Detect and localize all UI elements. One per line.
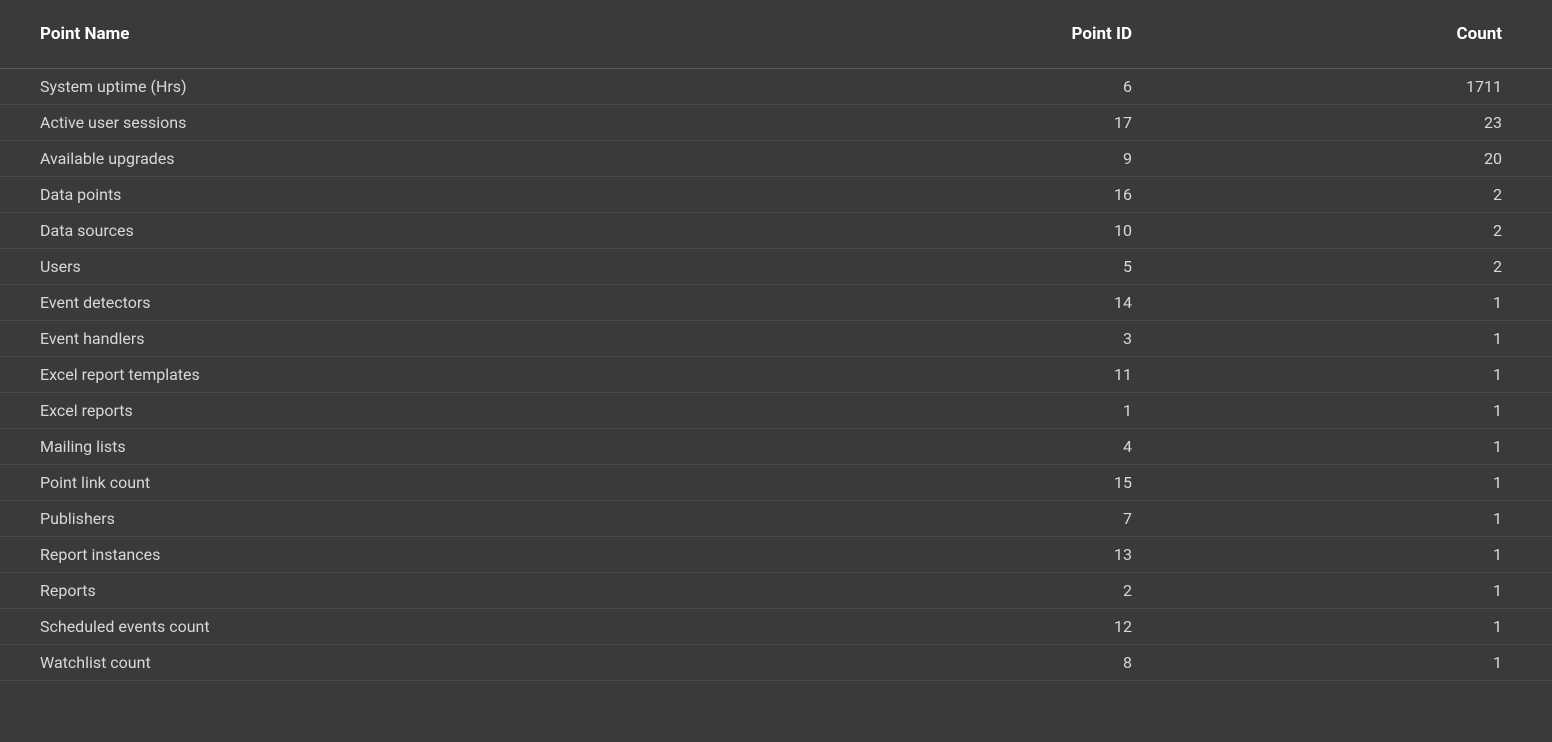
cell-point-name: Data points — [0, 177, 712, 213]
cell-point-id: 2 — [712, 573, 1132, 609]
cell-point-name: Excel reports — [0, 393, 712, 429]
cell-point-id: 16 — [712, 177, 1132, 213]
table-row[interactable]: Mailing lists41 — [0, 429, 1552, 465]
cell-count: 1 — [1132, 429, 1552, 465]
cell-point-name: Point link count — [0, 465, 712, 501]
cell-point-id: 1 — [712, 393, 1132, 429]
cell-point-id: 6 — [712, 69, 1132, 105]
cell-point-id: 12 — [712, 609, 1132, 645]
cell-point-name: Reports — [0, 573, 712, 609]
table-row[interactable]: Excel reports11 — [0, 393, 1552, 429]
table-header-row: Point Name Point ID Count — [0, 0, 1552, 69]
column-header-point-name[interactable]: Point Name — [0, 0, 712, 69]
table-row[interactable]: Event handlers31 — [0, 321, 1552, 357]
table-row[interactable]: Excel report templates111 — [0, 357, 1552, 393]
table-row[interactable]: Publishers71 — [0, 501, 1552, 537]
table-row[interactable]: Available upgrades920 — [0, 141, 1552, 177]
cell-point-id: 9 — [712, 141, 1132, 177]
cell-point-id: 14 — [712, 285, 1132, 321]
table-row[interactable]: Data sources102 — [0, 213, 1552, 249]
cell-point-id: 8 — [712, 645, 1132, 681]
cell-point-name: Available upgrades — [0, 141, 712, 177]
cell-count: 20 — [1132, 141, 1552, 177]
cell-count: 1 — [1132, 609, 1552, 645]
cell-count: 2 — [1132, 249, 1552, 285]
cell-count: 2 — [1132, 177, 1552, 213]
cell-point-name: Active user sessions — [0, 105, 712, 141]
cell-point-name: System uptime (Hrs) — [0, 69, 712, 105]
cell-count: 1 — [1132, 321, 1552, 357]
cell-point-name: Mailing lists — [0, 429, 712, 465]
cell-point-name: Excel report templates — [0, 357, 712, 393]
cell-point-name: Users — [0, 249, 712, 285]
cell-point-id: 15 — [712, 465, 1132, 501]
cell-point-id: 11 — [712, 357, 1132, 393]
cell-count: 1 — [1132, 537, 1552, 573]
table-row[interactable]: Event detectors141 — [0, 285, 1552, 321]
table-row[interactable]: Active user sessions1723 — [0, 105, 1552, 141]
cell-count: 1 — [1132, 357, 1552, 393]
table-row[interactable]: Reports21 — [0, 573, 1552, 609]
table-row[interactable]: Users52 — [0, 249, 1552, 285]
table-row[interactable]: Report instances131 — [0, 537, 1552, 573]
cell-count: 2 — [1132, 213, 1552, 249]
cell-point-name: Event detectors — [0, 285, 712, 321]
cell-point-name: Report instances — [0, 537, 712, 573]
cell-count: 23 — [1132, 105, 1552, 141]
cell-count: 1 — [1132, 573, 1552, 609]
cell-count: 1 — [1132, 645, 1552, 681]
cell-count: 1 — [1132, 393, 1552, 429]
cell-count: 1711 — [1132, 69, 1552, 105]
cell-point-name: Publishers — [0, 501, 712, 537]
cell-point-id: 10 — [712, 213, 1132, 249]
column-header-count[interactable]: Count — [1132, 0, 1552, 69]
column-header-point-id[interactable]: Point ID — [712, 0, 1132, 69]
cell-point-name: Data sources — [0, 213, 712, 249]
cell-point-name: Event handlers — [0, 321, 712, 357]
cell-point-name: Scheduled events count — [0, 609, 712, 645]
data-table-container: Point Name Point ID Count System uptime … — [0, 0, 1552, 681]
table-row[interactable]: Point link count151 — [0, 465, 1552, 501]
table-row[interactable]: Watchlist count81 — [0, 645, 1552, 681]
cell-point-id: 17 — [712, 105, 1132, 141]
table-header: Point Name Point ID Count — [0, 0, 1552, 69]
data-table: Point Name Point ID Count System uptime … — [0, 0, 1552, 681]
cell-point-name: Watchlist count — [0, 645, 712, 681]
table-row[interactable]: Scheduled events count121 — [0, 609, 1552, 645]
table-body: System uptime (Hrs)61711Active user sess… — [0, 69, 1552, 681]
cell-point-id: 3 — [712, 321, 1132, 357]
cell-count: 1 — [1132, 465, 1552, 501]
cell-point-id: 5 — [712, 249, 1132, 285]
cell-count: 1 — [1132, 501, 1552, 537]
cell-count: 1 — [1132, 285, 1552, 321]
cell-point-id: 13 — [712, 537, 1132, 573]
cell-point-id: 4 — [712, 429, 1132, 465]
table-row[interactable]: Data points162 — [0, 177, 1552, 213]
table-row[interactable]: System uptime (Hrs)61711 — [0, 69, 1552, 105]
cell-point-id: 7 — [712, 501, 1132, 537]
